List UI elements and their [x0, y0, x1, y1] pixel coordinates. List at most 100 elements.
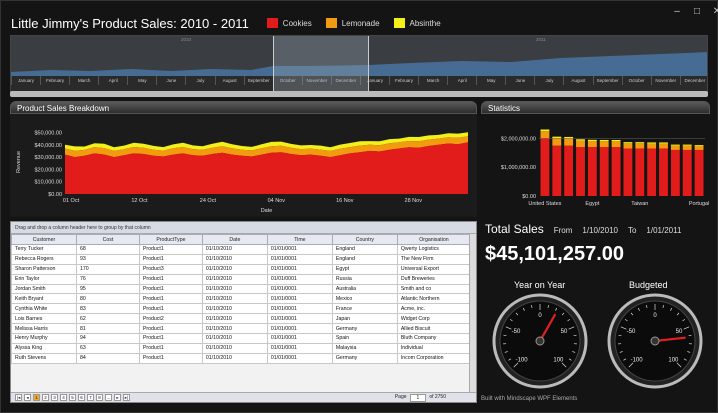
next-page-button[interactable]: ▸ [114, 394, 121, 401]
timeline-selection[interactable] [273, 36, 369, 92]
first-page-button[interactable]: |◂ [15, 394, 22, 401]
page-count: of 2750 [429, 393, 446, 400]
column-header[interactable]: Customer [11, 234, 77, 245]
table-cell: 01/10/2010 [201, 323, 268, 335]
column-header[interactable]: Time [266, 234, 333, 245]
month-label: July [534, 76, 563, 85]
bar-lemonade [694, 145, 704, 150]
bar-cookies [623, 148, 633, 196]
from-label: From [553, 226, 573, 235]
to-date[interactable]: 1/01/2011 [646, 226, 681, 235]
table-cell: 01/01/0001 [266, 342, 333, 354]
table-cell: Australia [331, 283, 398, 295]
page-button[interactable]: 4 [60, 394, 67, 401]
bar-cookies [552, 145, 562, 196]
total-row: Total Sales From 1/10/2010 To 1/01/2011 [485, 222, 681, 236]
x-tick-label: 01 Oct [63, 198, 80, 204]
table-row[interactable]: Keith Bryant 80 Product1 01/10/2010 01/01/00… [11, 293, 472, 305]
maximize-button[interactable]: □ [691, 6, 703, 17]
grid-header-row: Customer Cost ProductType Date Time Country Or… [11, 234, 472, 245]
minimize-button[interactable]: – [671, 6, 683, 17]
statistics-chart[interactable]: $0.00 $1,000,000.00 $2,000,000.00 United St… [481, 114, 710, 214]
x-tick-label: 28 Nov [405, 198, 423, 204]
table-cell: Incom Corporation [396, 352, 472, 364]
column-header[interactable]: Organisation [396, 234, 472, 245]
table-cell: 01/10/2010 [201, 283, 268, 295]
close-button[interactable]: ✕ [711, 6, 718, 17]
month-label: August [563, 76, 592, 85]
page-button[interactable]: ... [105, 394, 112, 401]
bar-absinthe [647, 142, 657, 144]
table-cell: 84 [75, 352, 140, 364]
column-header[interactable]: ProductType [138, 234, 203, 245]
month-label: December [679, 76, 707, 85]
table-row[interactable]: Jordan Smith 95 Product1 01/10/2010 01/01/00… [11, 283, 472, 295]
page-input[interactable]: 1 [409, 393, 427, 402]
prev-page-button[interactable]: ◂ [24, 394, 31, 401]
table-cell: Cynthia White [11, 303, 77, 315]
month-label: March [69, 76, 98, 85]
timeline-scrollbar[interactable] [10, 91, 708, 97]
table-cell: Terry Tucker [11, 244, 77, 255]
month-label: April [447, 76, 476, 85]
table-row[interactable]: Sharon Patterson 170 Product3 01/10/2010 01/… [11, 263, 472, 275]
bar-cookies [670, 149, 680, 196]
bar-absinthe [599, 139, 609, 142]
table-cell: 83 [75, 303, 140, 315]
breakdown-chart[interactable]: $0.00 $10,000.00 $20,000.00 $30,000.00 $40,0… [10, 114, 477, 217]
table-cell: 01/01/0001 [266, 273, 333, 285]
grid-body: Terry Tucker 68 Product1 01/10/2010 01/01/00… [11, 244, 472, 364]
table-cell: Russia [331, 273, 398, 285]
table-cell: Product1 [138, 303, 203, 315]
bar-lemonade [599, 141, 609, 148]
breakdown-svg: $0.00 $10,000.00 $20,000.00 $30,000.00 $40,0… [16, 130, 468, 214]
gauge-tick-label: 50 [561, 329, 568, 335]
table-cell: Acme, inc. [396, 303, 472, 315]
table-cell: The New Firm [396, 253, 472, 265]
table-cell: 68 [75, 244, 140, 255]
bar-lemonade [611, 141, 621, 148]
table-row[interactable]: Alyssa King 63 Product1 01/10/2010 01/01/000… [11, 342, 472, 354]
page-button[interactable]: 2 [42, 394, 49, 401]
page-button[interactable]: 1 [33, 394, 40, 401]
last-page-button[interactable]: ▸| [123, 394, 130, 401]
table-row[interactable]: Terry Tucker 68 Product1 01/10/2010 01/01/00… [11, 244, 472, 255]
table-cell: 01/10/2010 [201, 333, 268, 344]
page-button[interactable]: 3 [51, 394, 58, 401]
page-button[interactable]: 6 [78, 394, 85, 401]
table-row[interactable]: Henry Murphy 94 Product1 01/10/2010 01/01/00… [11, 333, 472, 344]
from-date[interactable]: 1/10/2010 [582, 226, 618, 235]
table-cell: 63 [75, 342, 140, 354]
column-header[interactable]: Country [331, 234, 398, 245]
table-row[interactable]: Lois Barnes 62 Product2 01/10/2010 01/01/000… [11, 313, 472, 325]
table-cell: 80 [75, 293, 140, 305]
table-row[interactable]: Melissa Harris 81 Product1 01/10/2010 01/01/… [11, 323, 472, 335]
timeline-overview[interactable]: 2010 2011 January February March April May Ju… [10, 35, 708, 93]
grid-table: Customer Cost ProductType Date Time Country Or… [11, 234, 472, 364]
breakdown-header: Product Sales Breakdown [10, 101, 477, 114]
column-header[interactable]: Date [201, 234, 268, 245]
breakdown-title: Product Sales Breakdown [17, 104, 110, 113]
bar-absinthe [611, 139, 621, 142]
grid-scrollbar[interactable] [469, 234, 476, 392]
bar-cookies [682, 149, 692, 196]
bar-lemonade [647, 143, 657, 149]
table-cell: Atlantic Northern [396, 293, 472, 305]
page-button[interactable]: 7 [87, 394, 94, 401]
table-row[interactable]: Rebecca Rogers 93 Product1 01/10/2010 01/01/… [11, 253, 472, 265]
x-axis-label: Date [261, 208, 273, 214]
data-grid[interactable]: Drag and drop a column header here to gr… [10, 221, 477, 403]
gauge-tick-label: -50 [512, 329, 521, 335]
table-cell: 01/01/0001 [266, 313, 333, 325]
month-label: May [127, 76, 156, 85]
y-tick-label: $0.00 [522, 194, 536, 200]
page-button[interactable]: 5 [69, 394, 76, 401]
table-row[interactable]: Erin Taylor 76 Product1 01/10/2010 01/01/000… [11, 273, 472, 285]
bar-lemonade [659, 143, 668, 149]
page-title: Little Jimmy's Product Sales: 2010 - 201… [11, 15, 249, 31]
table-cell: 76 [75, 273, 140, 285]
table-row[interactable]: Cynthia White 83 Product1 01/10/2010 01/01/0… [11, 303, 472, 315]
column-header[interactable]: Cost [75, 234, 140, 245]
table-row[interactable]: Ruth Stevens 84 Product1 01/10/2010 01/01/00… [11, 352, 472, 364]
page-button[interactable]: 8 [96, 394, 103, 401]
